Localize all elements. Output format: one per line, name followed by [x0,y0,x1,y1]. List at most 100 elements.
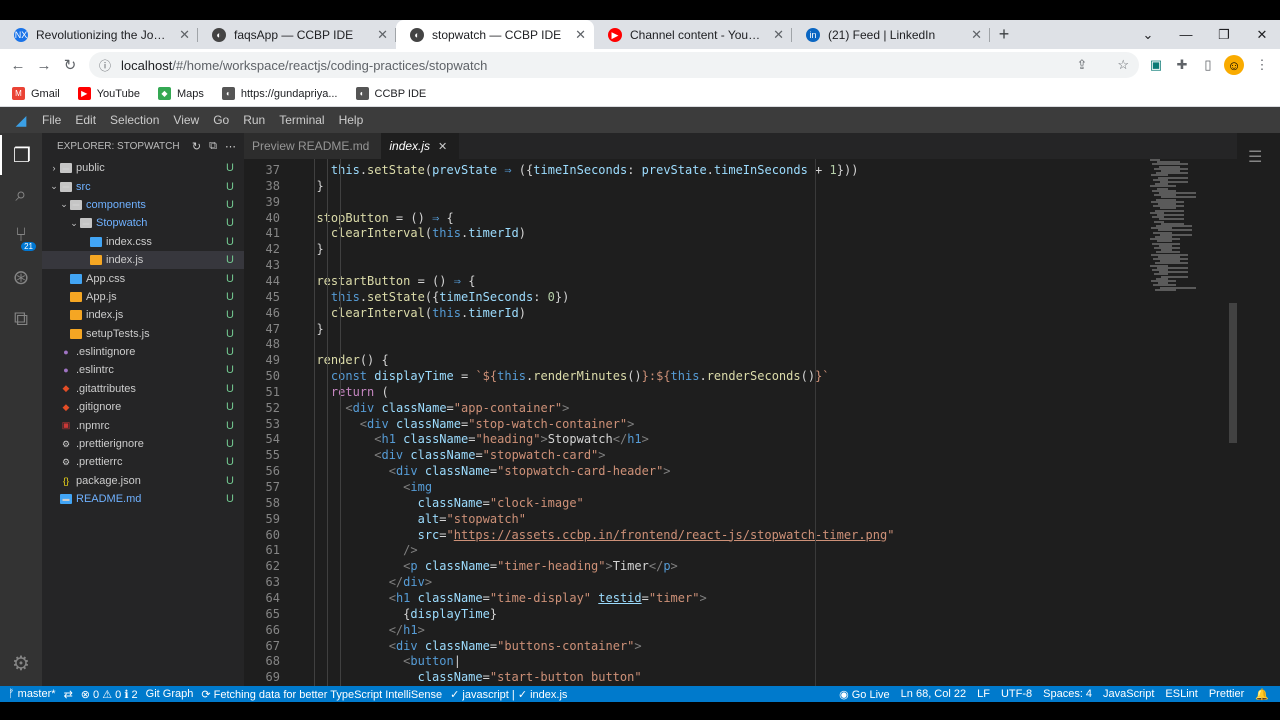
language-mode[interactable]: JavaScript [1103,688,1154,701]
folder-item[interactable]: ⌄ ▬ components U [42,196,244,214]
maximize-button[interactable]: ❐ [1204,20,1244,49]
file-item[interactable]: setupTests.js U [42,325,244,343]
file-item[interactable]: App.js U [42,288,244,306]
debug-icon[interactable]: ⊛ [0,257,42,297]
bookmark-star-icon[interactable]: ☆ [1117,57,1129,73]
browser-tab[interactable]: NX Revolutionizing the Job Market | N ✕ [0,20,198,49]
cursor-position[interactable]: Ln 68, Col 22 [901,688,966,701]
share-icon[interactable]: ⇪ [1076,57,1087,73]
browser-tab[interactable]: in (21) Feed | LinkedIn ✕ [792,20,990,49]
file-item[interactable]: index.css U [42,233,244,251]
file-item[interactable]: ⚙ .prettierrc U [42,453,244,471]
new-tab-button[interactable]: + [990,20,1018,49]
menu-item-edit[interactable]: Edit [75,113,96,127]
close-tab-icon[interactable]: ✕ [377,27,388,43]
prettier-status[interactable]: Prettier [1209,688,1244,701]
outline-menu-icon[interactable]: ☰ [1248,147,1262,167]
screen-bottom-bar [0,702,1280,720]
menu-item-go[interactable]: Go [213,113,229,127]
file-item[interactable]: ▣ .npmrc U [42,416,244,434]
side-panel-icon[interactable]: ▯ [1198,55,1218,75]
file-item[interactable]: App.css U [42,269,244,287]
close-editor-tab-icon[interactable]: ✕ [438,140,447,153]
more-actions-icon[interactable]: ⋯ [225,140,236,153]
file-item[interactable]: index.js U [42,250,244,270]
menu-item-selection[interactable]: Selection [110,113,159,127]
notifications-bell-icon[interactable]: 🔔 [1255,688,1269,701]
tab-separator [989,28,990,42]
git-status-badge: U [226,217,234,230]
editor-tab[interactable]: Preview README.md [244,133,382,159]
json-file-icon: {} [62,475,69,486]
close-tab-icon[interactable]: ✕ [575,27,586,43]
tab-search-icon[interactable]: ⌄ [1128,20,1168,49]
menu-item-help[interactable]: Help [339,113,364,127]
back-button[interactable]: ← [8,55,28,75]
reload-button[interactable]: ↻ [60,55,80,75]
editor-tab[interactable]: index.js ✕ [381,133,460,159]
editor-scrollbar[interactable] [1229,303,1237,443]
minimize-button[interactable]: — [1166,20,1206,49]
explorer-files-icon[interactable]: ❐ [0,135,42,175]
menu-item-view[interactable]: View [173,113,199,127]
menu-item-file[interactable]: File [42,113,61,127]
bookmark-item[interactable]: M Gmail [12,87,60,100]
sync-icon[interactable]: ⇄ [64,688,73,701]
git-status-badge: U [226,401,234,414]
problems-count[interactable]: ⊗ 0 ⚠ 0 ℹ 2 [81,688,138,701]
close-tab-icon[interactable]: ✕ [773,27,784,43]
file-item[interactable]: ▬ README.md U [42,490,244,508]
browser-tab[interactable]: ▶ Channel content - YouTube Studio ✕ [594,20,792,49]
folder-item[interactable]: ⌄ ▬ src U [42,177,244,195]
git-status-badge: U [226,474,234,487]
go-live-button[interactable]: ◉ Go Live [839,688,890,701]
git-graph-button[interactable]: Git Graph [146,688,194,700]
code-editor[interactable]: 37 this.setState(prevState ⇒ ({timeInSec… [244,159,1280,686]
site-info-icon[interactable]: ⓘ [99,57,111,74]
bookmark-item[interactable]: ◆ Maps [157,87,204,100]
minimap[interactable] [1150,159,1230,299]
profile-avatar[interactable]: ☺ [1224,55,1244,75]
file-item[interactable]: index.js U [42,306,244,324]
browser-tab[interactable]: ◐ faqsApp — CCBP IDE ✕ [198,20,396,49]
file-item[interactable]: ⚙ .prettierignore U [42,435,244,453]
collapse-all-icon[interactable]: ⧉ [209,140,217,153]
browser-menu-icon[interactable]: ⋮ [1252,55,1272,75]
language-check[interactable]: ✓ javascript | ✓ index.js [450,688,567,701]
file-item[interactable]: {} package.json U [42,472,244,490]
address-bar[interactable]: ⓘ localhost/#/home/workspace/reactjs/cod… [89,52,1139,78]
eslint-status[interactable]: ESLint [1165,688,1197,701]
file-name: public [76,162,105,175]
bookmark-item[interactable]: ◐ CCBP IDE [355,87,426,100]
folder-item[interactable]: › ▬ public U [42,159,244,177]
settings-gear-icon[interactable]: ⚙ [0,643,42,683]
forward-button[interactable]: → [34,55,54,75]
folder-item[interactable]: ⌄ ▬ Stopwatch U [42,214,244,232]
git-branch[interactable]: ᚠ master* [8,688,56,700]
close-window-button[interactable]: ✕ [1242,20,1280,49]
search-icon[interactable]: ⌕ [0,175,42,215]
bookmark-item[interactable]: ◐ https://gundapriya... [221,87,338,100]
extensions-puzzle-icon[interactable]: ✚ [1172,55,1192,75]
close-tab-icon[interactable]: ✕ [971,27,982,43]
bookmark-label: https://gundapriya... [240,87,338,100]
extensions-icon[interactable]: ⧉ [0,299,42,339]
bookmark-item[interactable]: ▶ YouTube [77,87,140,100]
file-item[interactable]: ● .eslintrc U [42,361,244,379]
chevron-icon: ⌄ [50,181,58,192]
extension-icon[interactable]: ▣ [1146,55,1166,75]
encoding[interactable]: UTF-8 [1001,688,1032,701]
line-ending[interactable]: LF [977,688,990,701]
source-control-icon[interactable]: ⑂ 21 [0,215,42,255]
file-item[interactable]: ◆ .gitignore U [42,398,244,416]
file-item[interactable]: ◆ .gitattributes U [42,380,244,398]
file-item[interactable]: ● .eslintignore U [42,343,244,361]
refresh-icon[interactable]: ↻ [192,140,201,153]
file-name: index.js [86,309,124,322]
menu-item-terminal[interactable]: Terminal [279,113,324,127]
menu-item-run[interactable]: Run [243,113,265,127]
browser-tab[interactable]: ◐ stopwatch — CCBP IDE ✕ [396,20,594,49]
close-tab-icon[interactable]: ✕ [179,27,190,43]
tab-label: (21) Feed | LinkedIn [828,27,936,42]
indentation[interactable]: Spaces: 4 [1043,688,1092,701]
